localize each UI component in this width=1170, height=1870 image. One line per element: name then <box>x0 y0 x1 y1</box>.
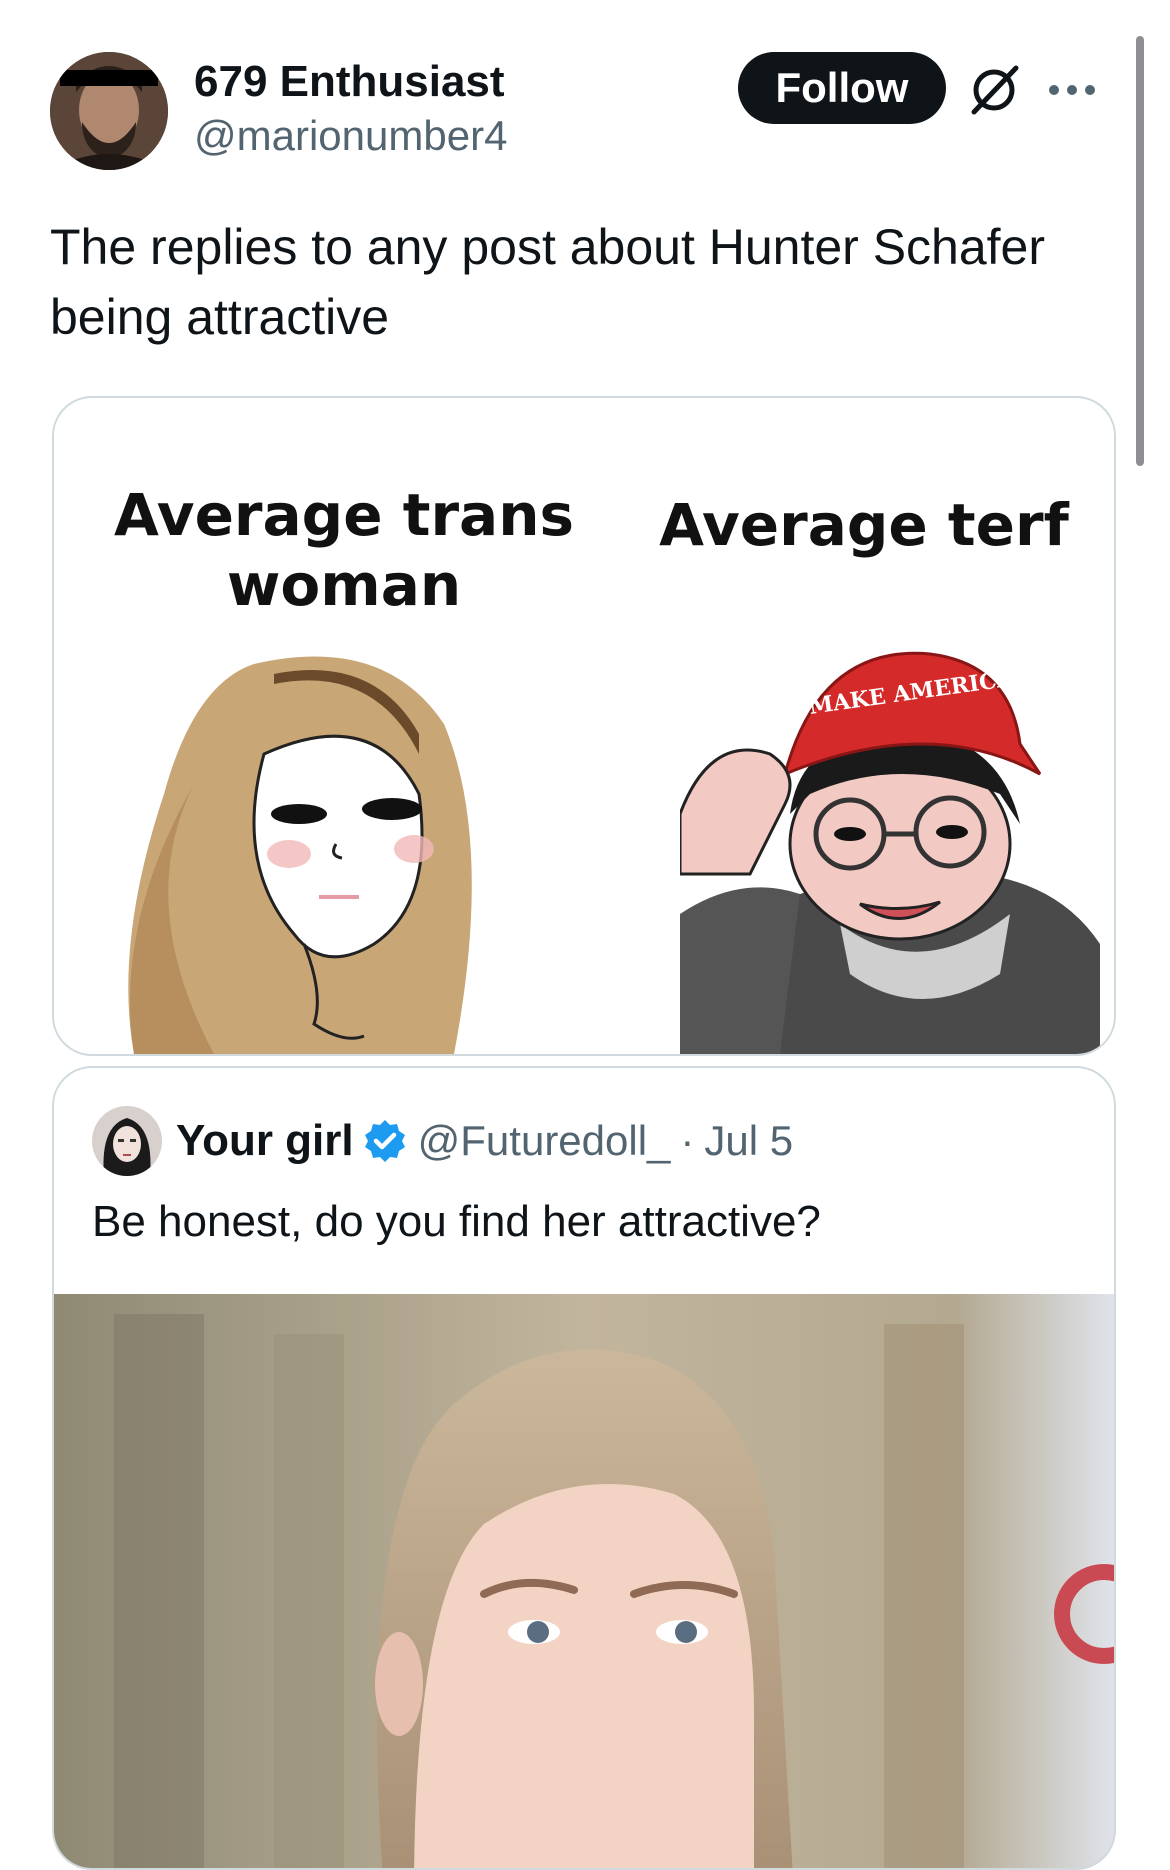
author-name-block[interactable]: 679 Enthusiast @marionumber4 <box>194 54 507 162</box>
meme-label-right: Average terf <box>659 491 1069 559</box>
post-header: 679 Enthusiast @marionumber4 Follow <box>50 52 1130 172</box>
quoted-handle[interactable]: @Futuredoll_ <box>418 1117 671 1165</box>
quoted-post-text: Be honest, do you find her attractive? <box>92 1197 821 1246</box>
quoted-separator: · <box>680 1117 695 1164</box>
quoted-date[interactable]: Jul 5 <box>704 1117 793 1165</box>
quoted-post-photo[interactable] <box>54 1294 1114 1868</box>
meme-label-left: Average trans woman <box>113 481 575 619</box>
quoted-post-header: Your girl @Futuredoll_ · Jul 5 <box>92 1106 793 1176</box>
quoted-author-avatar[interactable] <box>92 1106 162 1176</box>
author-avatar[interactable] <box>50 52 168 170</box>
post-text: The replies to any post about Hunter Sch… <box>50 219 1046 345</box>
author-handle[interactable]: @marionumber4 <box>194 110 507 162</box>
post-media-card[interactable]: Average trans woman Average terf MAKE AM… <box>52 396 1116 1056</box>
terf-cartoon-illustration: MAKE AMERICA GREAT AGAIN <box>680 644 1100 1054</box>
portrait-photo <box>54 1294 1114 1868</box>
author-display-name[interactable]: 679 Enthusiast <box>194 54 507 110</box>
more-horizontal-icon[interactable] <box>1044 68 1100 108</box>
grok-icon[interactable] <box>968 62 1022 116</box>
follow-button[interactable]: Follow <box>738 52 946 124</box>
user-avatar-icon <box>50 52 168 170</box>
quoted-user-avatar-icon <box>92 1106 162 1176</box>
verified-badge-icon <box>364 1120 405 1162</box>
scrollbar[interactable] <box>1136 36 1144 466</box>
quoted-display-name[interactable]: Your girl <box>176 1116 354 1166</box>
wojak-woman-illustration <box>128 656 472 1054</box>
quoted-post-card[interactable]: Your girl @Futuredoll_ · Jul 5 Be honest… <box>52 1066 1116 1870</box>
